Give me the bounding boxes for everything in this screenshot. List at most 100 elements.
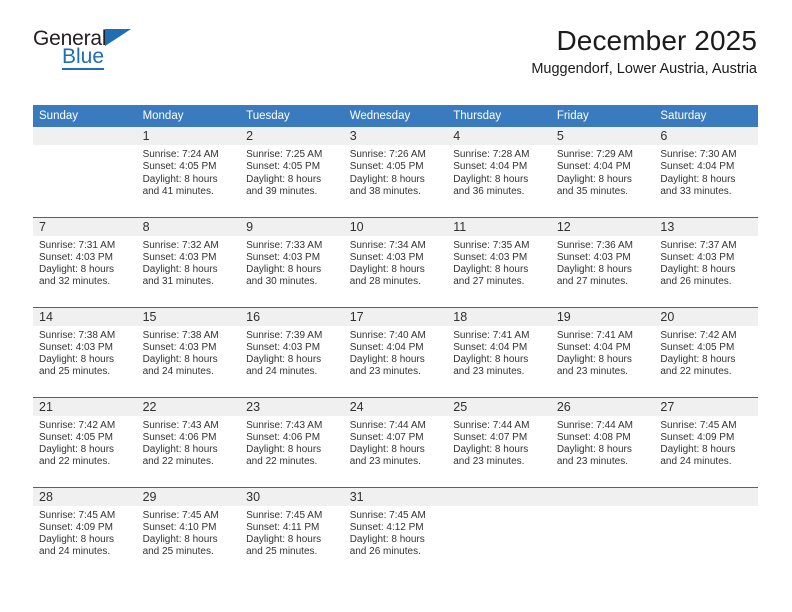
calendar-day-cell[interactable]: 22 Sunrise: 7:43 AM Sunset: 4:06 PM Dayligh… [136,396,241,487]
day-sun-info: Sunrise: 7:45 AM Sunset: 4:09 PM Daylight:… [33,506,137,559]
day-number [33,127,137,145]
day-info-line: Sunset: 4:03 PM [142,251,217,263]
calendar-day-cell[interactable]: 19 Sunrise: 7:41 AM Sunset: 4:04 PM Dayligh… [550,306,655,397]
day-info-line: Sunrise: 7:40 AM [349,329,426,341]
day-info-line: Sunset: 4:05 PM [660,341,735,353]
day-info-line: and 38 minutes. [349,185,421,197]
day-info-line: Sunset: 4:07 PM [349,431,424,443]
calendar-day-cell[interactable]: 6 Sunrise: 7:30 AM Sunset: 4:04 PM Daylight… [654,127,758,217]
calendar-day-cell[interactable]: 12 Sunrise: 7:36 AM Sunset: 4:03 PM Dayligh… [550,216,655,307]
day-info-line: and 27 minutes. [453,276,525,288]
day-sun-info: Sunrise: 7:43 AM Sunset: 4:06 PM Daylight:… [137,416,241,469]
calendar-day-cell[interactable]: 2 Sunrise: 7:25 AM Sunset: 4:05 PM Daylight… [240,127,344,217]
calendar-day-cell[interactable]: 17 Sunrise: 7:40 AM Sunset: 4:04 PM Dayligh… [343,306,448,397]
day-info-line: Sunrise: 7:44 AM [453,419,530,431]
day-info-line: Sunrise: 7:30 AM [660,149,737,160]
day-info-line: and 25 minutes. [142,546,214,558]
day-info-line: Sunrise: 7:32 AM [142,239,219,251]
day-info-line: Daylight: 8 hours [453,264,529,276]
day-info-line: Sunset: 4:03 PM [246,341,321,353]
day-info-line: Sunrise: 7:42 AM [660,329,737,341]
calendar-day-cell[interactable]: 8 Sunrise: 7:32 AM Sunset: 4:03 PM Daylight… [136,216,241,307]
title-block: December 2025 Muggendorf, Lower Austria,… [531,26,757,78]
calendar-day-cell[interactable]: 15 Sunrise: 7:38 AM Sunset: 4:03 PM Dayligh… [136,306,241,397]
day-number: 16 [240,307,344,326]
day-info-line: Sunrise: 7:28 AM [453,149,530,160]
calendar-day-cell[interactable]: 24 Sunrise: 7:44 AM Sunset: 4:07 PM Dayligh… [343,396,448,487]
calendar-day-cell[interactable]: 13 Sunrise: 7:37 AM Sunset: 4:03 PM Dayligh… [654,216,758,307]
day-info-line: Sunrise: 7:42 AM [39,419,116,431]
day-sun-info: Sunrise: 7:38 AM Sunset: 4:03 PM Daylight:… [33,326,137,379]
day-info-line: and 31 minutes. [142,276,214,288]
calendar-day-cell[interactable]: 30 Sunrise: 7:45 AM Sunset: 4:11 PM Dayligh… [240,486,344,577]
day-info-line: Sunrise: 7:37 AM [660,239,737,251]
logo-triangle-icon [105,29,132,46]
day-number [550,487,655,506]
calendar-day-cell[interactable]: 16 Sunrise: 7:39 AM Sunset: 4:03 PM Dayligh… [240,306,344,397]
weekday-header-thursday: Thursday [447,105,551,127]
calendar-day-cell[interactable]: 14 Sunrise: 7:38 AM Sunset: 4:03 PM Dayligh… [33,306,137,397]
general-blue-logo[interactable]: General Blue [33,28,233,78]
calendar-day-cell[interactable]: 25 Sunrise: 7:44 AM Sunset: 4:07 PM Dayligh… [447,396,551,487]
calendar-day-cell[interactable]: 26 Sunrise: 7:44 AM Sunset: 4:08 PM Dayligh… [550,396,655,487]
day-info-line: and 24 minutes. [142,366,214,378]
calendar-day-cell[interactable]: 7 Sunrise: 7:31 AM Sunset: 4:03 PM Daylight… [33,216,137,307]
day-info-line: Daylight: 8 hours [142,173,218,185]
calendar-week-row: 1 Sunrise: 7:24 AM Sunset: 4:05 PM Daylight… [33,127,758,217]
calendar-day-cell[interactable]: 31 Sunrise: 7:45 AM Sunset: 4:12 PM Dayligh… [343,486,448,577]
calendar-day-cell[interactable]: 28 Sunrise: 7:45 AM Sunset: 4:09 PM Dayligh… [33,486,137,577]
day-number: 6 [654,127,758,145]
calendar-day-cell[interactable]: 27 Sunrise: 7:45 AM Sunset: 4:09 PM Dayligh… [654,396,758,487]
day-info-line: Sunrise: 7:24 AM [142,149,219,160]
day-number: 20 [654,307,758,326]
calendar-grid: Sunday Monday Tuesday Wednesday Thursday… [33,105,758,577]
calendar-empty-cell [33,127,137,217]
day-info-line: and 23 minutes. [556,366,628,378]
calendar-day-cell[interactable]: 5 Sunrise: 7:29 AM Sunset: 4:04 PM Daylight… [550,127,655,217]
calendar-day-cell[interactable]: 20 Sunrise: 7:42 AM Sunset: 4:05 PM Dayligh… [654,306,758,397]
weekday-header-monday: Monday [136,105,241,127]
day-info-line: and 23 minutes. [556,456,628,468]
day-info-line: Daylight: 8 hours [660,264,736,276]
day-info-line: Daylight: 8 hours [556,354,632,366]
day-info-line: and 24 minutes. [660,456,732,468]
day-number: 24 [343,397,448,416]
day-info-line: Daylight: 8 hours [246,534,322,546]
day-sun-info: Sunrise: 7:32 AM Sunset: 4:03 PM Daylight:… [137,236,241,289]
day-number: 13 [654,217,758,236]
day-info-line: Sunrise: 7:29 AM [556,149,633,160]
day-sun-info: Sunrise: 7:24 AM Sunset: 4:05 PM Daylight:… [137,145,241,198]
day-info-line: Sunset: 4:05 PM [39,431,113,443]
day-info-line: Sunset: 4:09 PM [660,431,735,443]
day-sun-info: Sunrise: 7:45 AM Sunset: 4:10 PM Daylight:… [137,506,241,559]
day-info-line: Daylight: 8 hours [556,444,632,456]
day-number: 31 [343,487,448,506]
day-info-line: Sunset: 4:10 PM [142,521,217,533]
calendar-day-cell[interactable]: 11 Sunrise: 7:35 AM Sunset: 4:03 PM Dayligh… [447,216,551,307]
day-number: 30 [240,487,344,506]
calendar-week-row: 21 Sunrise: 7:42 AM Sunset: 4:05 PM Dayligh… [33,396,758,487]
day-sun-info: Sunrise: 7:25 AM Sunset: 4:05 PM Daylight:… [240,145,344,198]
calendar-day-cell[interactable]: 21 Sunrise: 7:42 AM Sunset: 4:05 PM Dayligh… [33,396,137,487]
day-info-line: Sunrise: 7:34 AM [349,239,426,251]
weekday-header-friday: Friday [550,105,655,127]
day-info-line: Daylight: 8 hours [39,534,115,546]
day-info-line: Daylight: 8 hours [39,264,115,276]
day-sun-info: Sunrise: 7:34 AM Sunset: 4:03 PM Daylight:… [344,236,448,289]
day-sun-info: Sunrise: 7:36 AM Sunset: 4:03 PM Daylight:… [551,236,655,289]
day-number: 8 [136,217,241,236]
calendar-day-cell[interactable]: 29 Sunrise: 7:45 AM Sunset: 4:10 PM Dayligh… [136,486,241,577]
day-info-line: Sunrise: 7:45 AM [142,509,219,521]
day-info-line: Daylight: 8 hours [453,173,529,185]
calendar-day-cell[interactable]: 10 Sunrise: 7:34 AM Sunset: 4:03 PM Dayligh… [343,216,448,307]
day-number: 17 [343,307,448,326]
calendar-day-cell[interactable]: 4 Sunrise: 7:28 AM Sunset: 4:04 PM Daylight… [447,127,551,217]
calendar-day-cell[interactable]: 1 Sunrise: 7:24 AM Sunset: 4:05 PM Daylight… [136,127,241,217]
day-sun-info: Sunrise: 7:31 AM Sunset: 4:03 PM Daylight:… [33,236,137,289]
calendar-day-cell[interactable]: 23 Sunrise: 7:43 AM Sunset: 4:06 PM Dayligh… [240,396,344,487]
day-number: 19 [550,307,655,326]
calendar-day-cell[interactable]: 18 Sunrise: 7:41 AM Sunset: 4:04 PM Dayligh… [447,306,551,397]
calendar-day-cell[interactable]: 3 Sunrise: 7:26 AM Sunset: 4:05 PM Daylight… [343,127,448,217]
calendar-day-cell[interactable]: 9 Sunrise: 7:33 AM Sunset: 4:03 PM Daylight… [240,216,344,307]
day-info-line: Daylight: 8 hours [142,354,218,366]
